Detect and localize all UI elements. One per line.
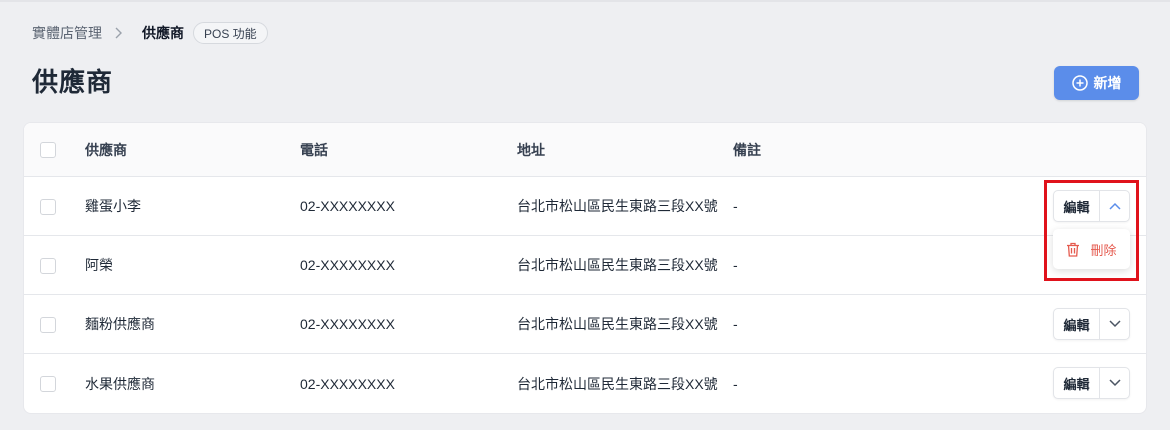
dropdown-toggle-button[interactable] [1100, 309, 1129, 339]
supplier-note: - [733, 375, 738, 392]
delete-menu-item[interactable]: 刪除 [1053, 229, 1130, 269]
row-actions: 編輯 [1053, 308, 1130, 340]
header-phone: 電話 [300, 141, 328, 158]
breadcrumb-parent[interactable]: 實體店管理 [32, 23, 102, 43]
row-checkbox[interactable] [40, 258, 56, 274]
table-row: 麵粉供應商 02-XXXXXXXX 台北市松山區民生東路三段XX號 - 編輯 [24, 295, 1146, 354]
supplier-phone: 02-XXXXXXXX [300, 375, 395, 392]
supplier-phone: 02-XXXXXXXX [300, 316, 395, 332]
table-row: 阿榮 02-XXXXXXXX 台北市松山區民生東路三段XX號 - [24, 236, 1146, 295]
breadcrumb-current: 供應商 [142, 25, 184, 41]
edit-button[interactable]: 編輯 [1054, 368, 1100, 398]
chevron-down-icon [1108, 320, 1121, 328]
header-supplier: 供應商 [85, 141, 127, 158]
table-row: 雞蛋小李 02-XXXXXXXX 台北市松山區民生東路三段XX號 - 編輯 [24, 177, 1146, 236]
chevron-down-icon [1108, 379, 1121, 387]
table-header: 供應商 電話 地址 備註 [24, 123, 1146, 177]
supplier-address: 台北市松山區民生東路三段XX號 [517, 198, 718, 214]
page-title: 供應商 [32, 67, 114, 97]
edit-button[interactable]: 編輯 [1054, 309, 1100, 339]
plus-circle-icon [1071, 75, 1088, 91]
row-checkbox[interactable] [40, 376, 56, 392]
add-button-label: 新增 [1093, 75, 1122, 91]
row-actions: 編輯 [1053, 367, 1130, 399]
supplier-note: - [733, 198, 738, 214]
row-checkbox[interactable] [40, 317, 56, 333]
supplier-phone: 02-XXXXXXXX [300, 198, 395, 214]
supplier-name: 雞蛋小李 [85, 198, 141, 214]
header-note: 備註 [733, 141, 761, 158]
supplier-name: 水果供應商 [85, 375, 155, 392]
dropdown-toggle-button[interactable] [1100, 368, 1129, 398]
add-supplier-button[interactable]: 新增 [1054, 66, 1139, 100]
row-checkbox[interactable] [40, 199, 56, 215]
supplier-note: - [733, 257, 738, 273]
supplier-name: 阿榮 [85, 257, 113, 273]
supplier-phone: 02-XXXXXXXX [300, 257, 395, 273]
supplier-address: 台北市松山區民生東路三段XX號 [517, 257, 718, 273]
supplier-address: 台北市松山區民生東路三段XX號 [517, 375, 718, 392]
breadcrumb: 實體店管理 供應商 POS 功能 [32, 22, 268, 44]
table-row: 水果供應商 02-XXXXXXXX 台北市松山區民生東路三段XX號 - 編輯 [24, 354, 1146, 413]
edit-button[interactable]: 編輯 [1054, 191, 1100, 221]
top-divider [0, 0, 1170, 2]
chevron-up-icon [1108, 202, 1121, 210]
header-address: 地址 [517, 141, 545, 158]
row-actions: 編輯 [1053, 190, 1130, 222]
chevron-right-icon [114, 27, 122, 39]
supplier-address: 台北市松山區民生東路三段XX號 [517, 316, 718, 332]
pos-badge: POS 功能 [193, 22, 268, 44]
supplier-note: - [733, 316, 738, 332]
supplier-name: 麵粉供應商 [85, 316, 155, 332]
dropdown-toggle-button[interactable] [1100, 191, 1129, 221]
delete-label: 刪除 [1090, 242, 1117, 258]
supplier-table: 供應商 電話 地址 備註 雞蛋小李 02-XXXXXXXX 台北市松山區民生東路… [24, 123, 1146, 413]
trash-icon [1067, 242, 1080, 257]
select-all-checkbox[interactable] [40, 142, 56, 158]
